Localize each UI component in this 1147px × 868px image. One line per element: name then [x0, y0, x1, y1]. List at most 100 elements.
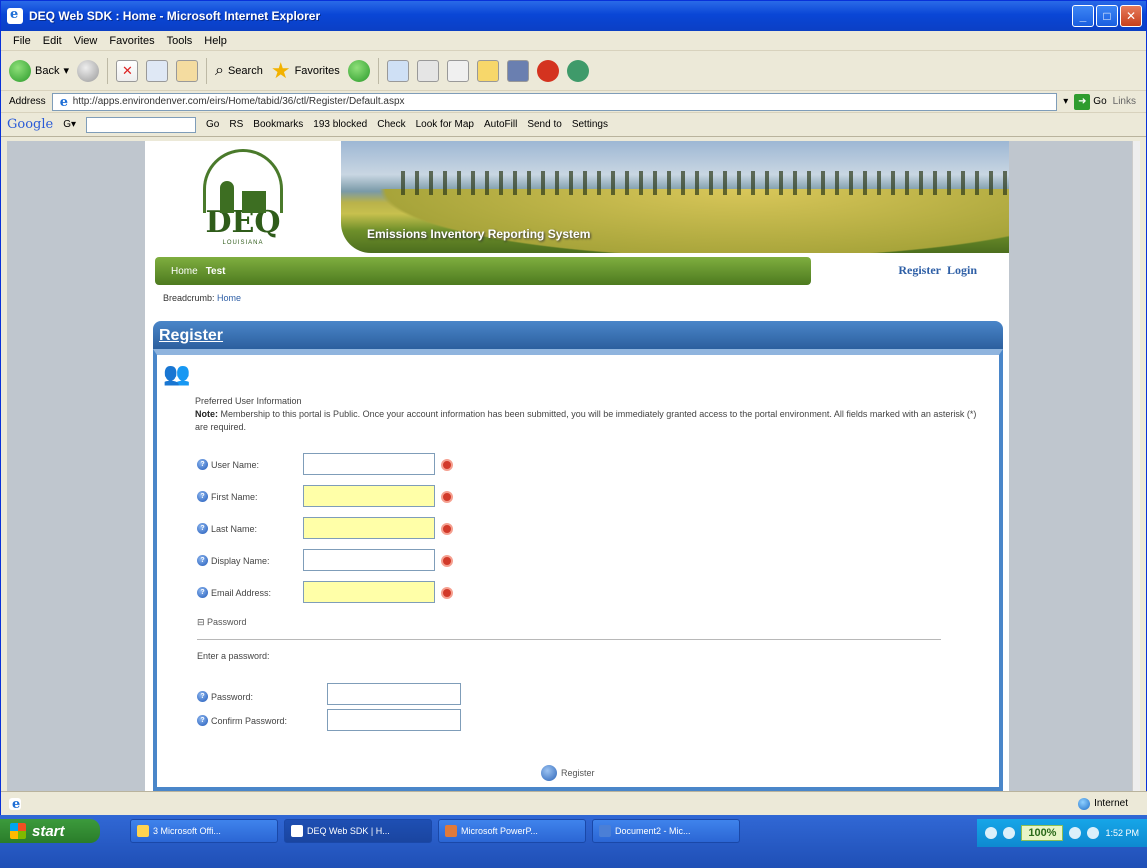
search-button[interactable]: ⌕ Search — [215, 62, 263, 80]
tray-icon[interactable] — [1003, 827, 1016, 839]
back-button[interactable]: Back ▾ — [9, 59, 69, 82]
favorites-button[interactable]: ★ Favorites — [270, 57, 340, 83]
task-office[interactable]: 3 Microsoft Offi... — [130, 819, 278, 843]
history-icon[interactable] — [347, 59, 370, 82]
forward-icon[interactable] — [77, 59, 99, 82]
help-icon[interactable]: ? — [197, 587, 208, 598]
field-display-name: ? Display Name: — [197, 555, 270, 566]
last-name-input[interactable] — [303, 517, 435, 539]
back-arrow-icon — [9, 59, 31, 82]
start-button[interactable]: start — [0, 819, 100, 843]
zone-label: Internet — [1094, 798, 1128, 809]
menu-favorites[interactable]: Favorites — [109, 35, 154, 47]
field-last-name: ? Last Name: — [197, 523, 257, 534]
task-ie[interactable]: DEQ Web SDK | H... — [284, 819, 432, 843]
register-icon — [541, 765, 557, 781]
email-input[interactable] — [303, 581, 435, 603]
login-link[interactable]: Login — [947, 263, 977, 278]
help-icon[interactable]: ? — [197, 459, 208, 470]
google-bookmarks[interactable]: Bookmarks — [253, 119, 303, 130]
help-icon[interactable]: ? — [197, 491, 208, 502]
help-icon[interactable]: ? — [197, 715, 208, 726]
search-icon: ⌕ — [215, 61, 224, 79]
research-icon[interactable] — [566, 59, 589, 82]
register-link[interactable]: Register — [898, 263, 941, 278]
nav-home[interactable]: Home — [171, 266, 198, 277]
menu-view[interactable]: View — [74, 35, 98, 47]
print-icon[interactable] — [416, 59, 439, 82]
mail-icon[interactable] — [386, 59, 409, 82]
google-check[interactable]: Check — [377, 119, 405, 130]
google-autofill[interactable]: AutoFill — [484, 119, 517, 130]
menu-tools[interactable]: Tools — [167, 35, 193, 47]
toolbar-separator — [377, 57, 379, 84]
password-input[interactable] — [327, 683, 461, 705]
menu-edit[interactable]: Edit — [43, 35, 62, 47]
zoom-indicator[interactable]: 100% — [1021, 825, 1064, 841]
password-prompt: Enter a password: — [197, 651, 270, 661]
banner-caption: Emissions Inventory Reporting System — [367, 227, 591, 241]
tray-icon[interactable] — [985, 827, 998, 839]
maximize-icon[interactable]: □ — [1096, 5, 1118, 27]
links-label[interactable]: Links — [1113, 96, 1136, 107]
google-rs[interactable]: RS — [229, 119, 243, 130]
help-icon[interactable]: ? — [197, 691, 208, 702]
info-title: Preferred User Information — [195, 396, 302, 406]
norton-icon[interactable] — [536, 59, 559, 82]
tray-icon[interactable] — [1069, 827, 1082, 839]
star-icon: ★ — [270, 57, 291, 83]
password-section-toggle[interactable]: ⊟ Password — [197, 617, 247, 628]
google-blocked[interactable]: 193 blocked — [313, 119, 367, 130]
menu-file[interactable]: File — [13, 35, 31, 47]
deq-logo[interactable]: DEQ LOUISIANA — [145, 141, 341, 253]
edit-icon[interactable] — [446, 59, 469, 82]
task-word[interactable]: Document2 - Mic... — [592, 819, 740, 843]
vertical-scrollbar[interactable] — [1132, 141, 1140, 791]
stop-icon[interactable] — [116, 59, 138, 82]
home-icon[interactable] — [176, 59, 198, 82]
google-sendto[interactable]: Send to — [527, 119, 561, 130]
site-header: DEQ LOUISIANA Emissions Inventory Report… — [145, 141, 1009, 253]
address-input[interactable]: http://apps.environdenver.com/eirs/Home/… — [51, 92, 1058, 111]
required-icon — [441, 555, 453, 567]
first-name-input[interactable] — [303, 485, 435, 507]
task-powerpoint[interactable]: Microsoft PowerP... — [438, 819, 586, 843]
display-name-input[interactable] — [303, 549, 435, 571]
google-toolbar: Google G▾ Go RS Bookmarks 193 blocked Ch… — [1, 113, 1146, 137]
register-heading: Register — [153, 321, 1003, 349]
taskbar: start 3 Microsoft Offi... DEQ Web SDK | … — [0, 815, 1147, 868]
breadcrumb-home[interactable]: Home — [217, 293, 241, 303]
help-icon[interactable]: ? — [197, 555, 208, 566]
word-icon — [599, 825, 611, 837]
go-button[interactable]: ➜ Go — [1074, 93, 1107, 110]
powerpoint-icon — [445, 825, 457, 837]
google-search-input[interactable] — [86, 116, 197, 133]
users-icon: 👥 — [163, 361, 191, 386]
minimize-icon[interactable]: _ — [1072, 5, 1094, 27]
menu-help[interactable]: Help — [204, 35, 227, 47]
nav-test[interactable]: Test — [206, 266, 226, 277]
required-icon — [441, 587, 453, 599]
system-tray: 100% 1:52 PM — [977, 819, 1147, 847]
google-logo: Google — [7, 117, 54, 132]
dropdown-arrow-icon[interactable]: ▾ — [1063, 96, 1068, 107]
page-icon — [56, 95, 69, 110]
required-icon — [441, 459, 453, 471]
help-icon[interactable]: ? — [197, 523, 208, 534]
tray-icon[interactable] — [1087, 827, 1100, 839]
messenger-icon[interactable] — [506, 59, 529, 82]
toolbar-separator — [206, 57, 207, 84]
folder-icon[interactable] — [476, 59, 499, 82]
register-button[interactable]: Register — [541, 765, 595, 781]
google-dropdown-icon[interactable]: G▾ — [63, 119, 76, 130]
close-icon[interactable]: ✕ — [1120, 5, 1142, 27]
google-lookformap[interactable]: Look for Map — [416, 119, 474, 130]
google-go[interactable]: Go — [206, 119, 219, 130]
user-name-input[interactable] — [303, 453, 435, 475]
office-icon — [137, 825, 149, 837]
refresh-icon[interactable] — [146, 59, 168, 82]
field-label: Confirm Password: — [211, 715, 288, 726]
confirm-password-input[interactable] — [327, 709, 461, 731]
google-settings[interactable]: Settings — [572, 119, 608, 130]
task-label: Microsoft PowerP... — [461, 826, 538, 836]
